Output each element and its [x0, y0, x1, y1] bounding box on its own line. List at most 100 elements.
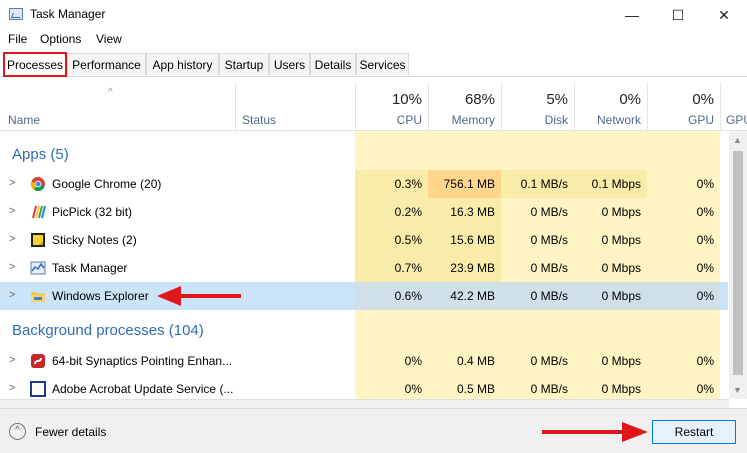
sort-up-icon: ^ [108, 87, 113, 98]
tab-startup[interactable]: Startup [219, 53, 269, 75]
process-name: PicPick (32 bit) [52, 205, 133, 219]
tab-processes[interactable]: Processes [3, 52, 67, 77]
disk-cell: 0 MB/s [530, 354, 568, 368]
menu-bar: File Options View [0, 30, 747, 50]
scroll-down-icon[interactable]: ▼ [733, 385, 742, 395]
tab-performance[interactable]: Performance [67, 53, 146, 75]
task-manager-icon [9, 8, 23, 20]
column-disk[interactable]: Disk [502, 113, 568, 127]
network-cell: 0.1 Mbps [574, 170, 647, 198]
gpu-cell: 0% [696, 354, 714, 368]
tab-services[interactable]: Services [356, 53, 409, 75]
window-title: Task Manager [30, 7, 106, 21]
memory-cell: 15.6 MB [428, 226, 501, 254]
column-cpu[interactable]: CPU [356, 113, 422, 127]
maximize-button[interactable]: ☐ [655, 0, 701, 30]
memory-cell: 16.3 MB [428, 198, 501, 226]
cpu-cell: 0.5% [355, 226, 428, 254]
expand-chevron-icon[interactable]: > [9, 233, 15, 245]
vertical-scrollbar[interactable]: ▲ ▼ [729, 131, 747, 399]
gpu-total: 0% [692, 91, 714, 108]
network-cell: 0 Mbps [601, 354, 641, 368]
disk-cell: 0 MB/s [530, 205, 568, 219]
close-button[interactable]: ✕ [701, 0, 747, 30]
column-divider[interactable] [355, 82, 356, 130]
process-name: 64-bit Synaptics Pointing Enhan... [52, 354, 233, 368]
minimize-button[interactable]: — [609, 0, 655, 30]
memory-cell: 23.9 MB [428, 254, 501, 282]
tab-strip: Processes Performance App history Startu… [0, 52, 747, 77]
chevron-up-icon[interactable]: ^ [9, 423, 26, 440]
gpu-cell: 0% [696, 382, 714, 396]
scroll-thumb[interactable] [733, 151, 743, 375]
expand-chevron-icon[interactable]: > [9, 205, 15, 217]
table-row[interactable]: > Adobe Acrobat Update Service (... 0% 0… [0, 375, 728, 399]
disk-cell: 0 MB/s [530, 233, 568, 247]
sticky-notes-icon [31, 233, 45, 247]
annotation-arrow-left [157, 286, 241, 306]
adobe-icon [30, 381, 46, 397]
network-cell: 0 Mbps [601, 233, 641, 247]
table-row[interactable]: > 64-bit Synaptics Pointing Enhan... 0% … [0, 347, 728, 375]
disk-total: 5% [546, 91, 568, 108]
horizontal-scrollbar[interactable] [0, 399, 729, 408]
column-divider[interactable] [574, 82, 575, 130]
network-cell: 0 Mbps [601, 382, 641, 396]
network-cell: 0 Mbps [601, 261, 641, 275]
column-divider[interactable] [647, 82, 648, 130]
memory-cell: 42.2 MB [428, 282, 501, 310]
title-bar: Task Manager — ☐ ✕ [0, 0, 747, 30]
column-status[interactable]: Status [242, 113, 276, 127]
gpu-cell: 0% [696, 177, 714, 191]
expand-chevron-icon[interactable]: > [9, 354, 15, 366]
table-row-selected[interactable]: > Windows Explorer 0.6% 42.2 MB 0 MB/s 0… [0, 282, 728, 310]
network-total: 0% [619, 91, 641, 108]
column-gpu[interactable]: GPU [648, 113, 714, 127]
column-divider[interactable] [428, 82, 429, 130]
column-divider[interactable] [501, 82, 502, 130]
gpu-cell: 0% [696, 233, 714, 247]
menu-options[interactable]: Options [40, 32, 81, 46]
process-name: Sticky Notes (2) [52, 233, 137, 247]
picpick-icon [32, 205, 46, 219]
network-cell: 0 Mbps [601, 205, 641, 219]
expand-chevron-icon[interactable]: > [9, 177, 15, 189]
table-row[interactable]: > Google Chrome (20) 0.3% 756.1 MB 0.1 M… [0, 170, 728, 198]
fewer-details-link[interactable]: Fewer details [35, 425, 106, 439]
gpu-cell: 0% [647, 282, 720, 310]
process-name: Windows Explorer [52, 289, 149, 303]
table-row[interactable]: > Sticky Notes (2) 0.5% 15.6 MB 0 MB/s 0… [0, 226, 728, 254]
column-gpu-engine[interactable]: GPU [726, 113, 747, 127]
column-name[interactable]: Name [8, 113, 40, 127]
menu-view[interactable]: View [96, 32, 122, 46]
column-divider[interactable] [720, 82, 721, 130]
tab-details[interactable]: Details [310, 53, 356, 75]
column-memory[interactable]: Memory [429, 113, 495, 127]
process-name: Google Chrome (20) [52, 177, 162, 191]
table-row[interactable]: > PicPick (32 bit) 0.2% 16.3 MB 0 MB/s 0… [0, 198, 728, 226]
restart-button[interactable]: Restart [652, 420, 736, 444]
expand-chevron-icon[interactable]: > [9, 261, 15, 273]
tab-users[interactable]: Users [269, 53, 310, 75]
disk-cell: 0 MB/s [530, 261, 568, 275]
cpu-cell: 0.6% [355, 282, 428, 310]
process-table: Apps (5) > Google Chrome (20) 0.3% 756.1… [0, 131, 728, 399]
memory-cell: 0.5 MB [456, 382, 495, 396]
column-network[interactable]: Network [575, 113, 641, 127]
disk-cell: 0.1 MB/s [501, 170, 574, 198]
scroll-up-icon[interactable]: ▲ [733, 135, 742, 145]
gpu-cell: 0% [696, 205, 714, 219]
expand-chevron-icon[interactable]: > [9, 289, 15, 301]
menu-file[interactable]: File [8, 32, 27, 46]
memory-cell: 756.1 MB [428, 170, 501, 198]
column-header-row: ^ Name Status 10% CPU 68% Memory 5% Disk… [0, 82, 747, 131]
cpu-cell: 0.7% [355, 254, 428, 282]
expand-chevron-icon[interactable]: > [9, 382, 15, 394]
column-divider[interactable] [235, 82, 236, 130]
gpu-cell: 0% [696, 261, 714, 275]
cpu-cell: 0.2% [355, 198, 428, 226]
group-header-background: Background processes (104) [12, 322, 204, 339]
annotation-arrow-right [542, 422, 648, 442]
tab-app-history[interactable]: App history [146, 53, 219, 75]
table-row[interactable]: > Task Manager 0.7% 23.9 MB 0 MB/s 0 Mbp… [0, 254, 728, 282]
